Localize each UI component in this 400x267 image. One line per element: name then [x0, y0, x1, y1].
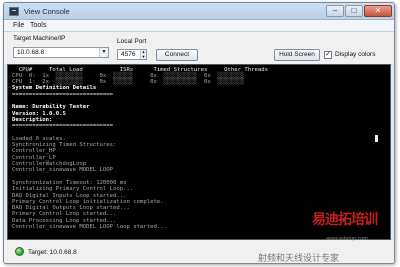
maximize-button[interactable]: □: [345, 5, 363, 17]
console-line: ==============================: [12, 91, 114, 98]
display-colors-checkbox[interactable]: [324, 50, 332, 59]
watermark-url: www.edatop.com: [326, 236, 368, 242]
local-port-stepper[interactable]: 4576 ▲ ▼: [117, 49, 147, 60]
connection-toolbar: Target Machine/IP 10.0.68.8 ▼ Local Port…: [4, 32, 394, 64]
spinner-arrows-icon[interactable]: ▲ ▼: [140, 49, 146, 59]
local-port-label: Local Port: [117, 38, 147, 45]
title-bar[interactable]: View Console – □ ✕: [4, 3, 394, 20]
target-machine-dropdown[interactable]: 10.0.68.8 ▼: [13, 47, 109, 58]
menu-tools[interactable]: Tools: [30, 22, 46, 29]
display-colors-label: Display colors: [335, 51, 376, 58]
connection-status-led-icon: [15, 247, 24, 256]
window-title: View Console: [24, 7, 70, 16]
console-app-icon: [9, 7, 19, 16]
watermark-logo: 易迪拓培训: [312, 212, 378, 228]
target-machine-value: 10.0.68.8: [17, 49, 45, 56]
console-line: Controller_sinewave MODEL LOOP: [12, 167, 114, 174]
menu-bar: File Tools: [4, 20, 394, 32]
target-machine-label: Target Machine/IP: [13, 35, 66, 42]
connect-button[interactable]: Connect: [156, 49, 198, 61]
minimize-button[interactable]: –: [326, 5, 344, 17]
connection-status-text: Target: 10.0.68.8: [28, 249, 77, 256]
console-line: Controller_sinewave MODEL LOOP loop star…: [12, 224, 167, 230]
hold-screen-button[interactable]: Hold Screen: [274, 49, 320, 61]
console-cursor: [375, 135, 378, 142]
console-line: ==============================: [12, 123, 114, 130]
local-port-value: 4576: [121, 51, 136, 58]
close-button[interactable]: ✕: [364, 5, 392, 17]
chevron-down-icon[interactable]: ▼: [99, 48, 108, 57]
menu-file[interactable]: File: [13, 22, 24, 29]
watermark-subtitle: 射频和天线设计专家: [258, 254, 340, 264]
